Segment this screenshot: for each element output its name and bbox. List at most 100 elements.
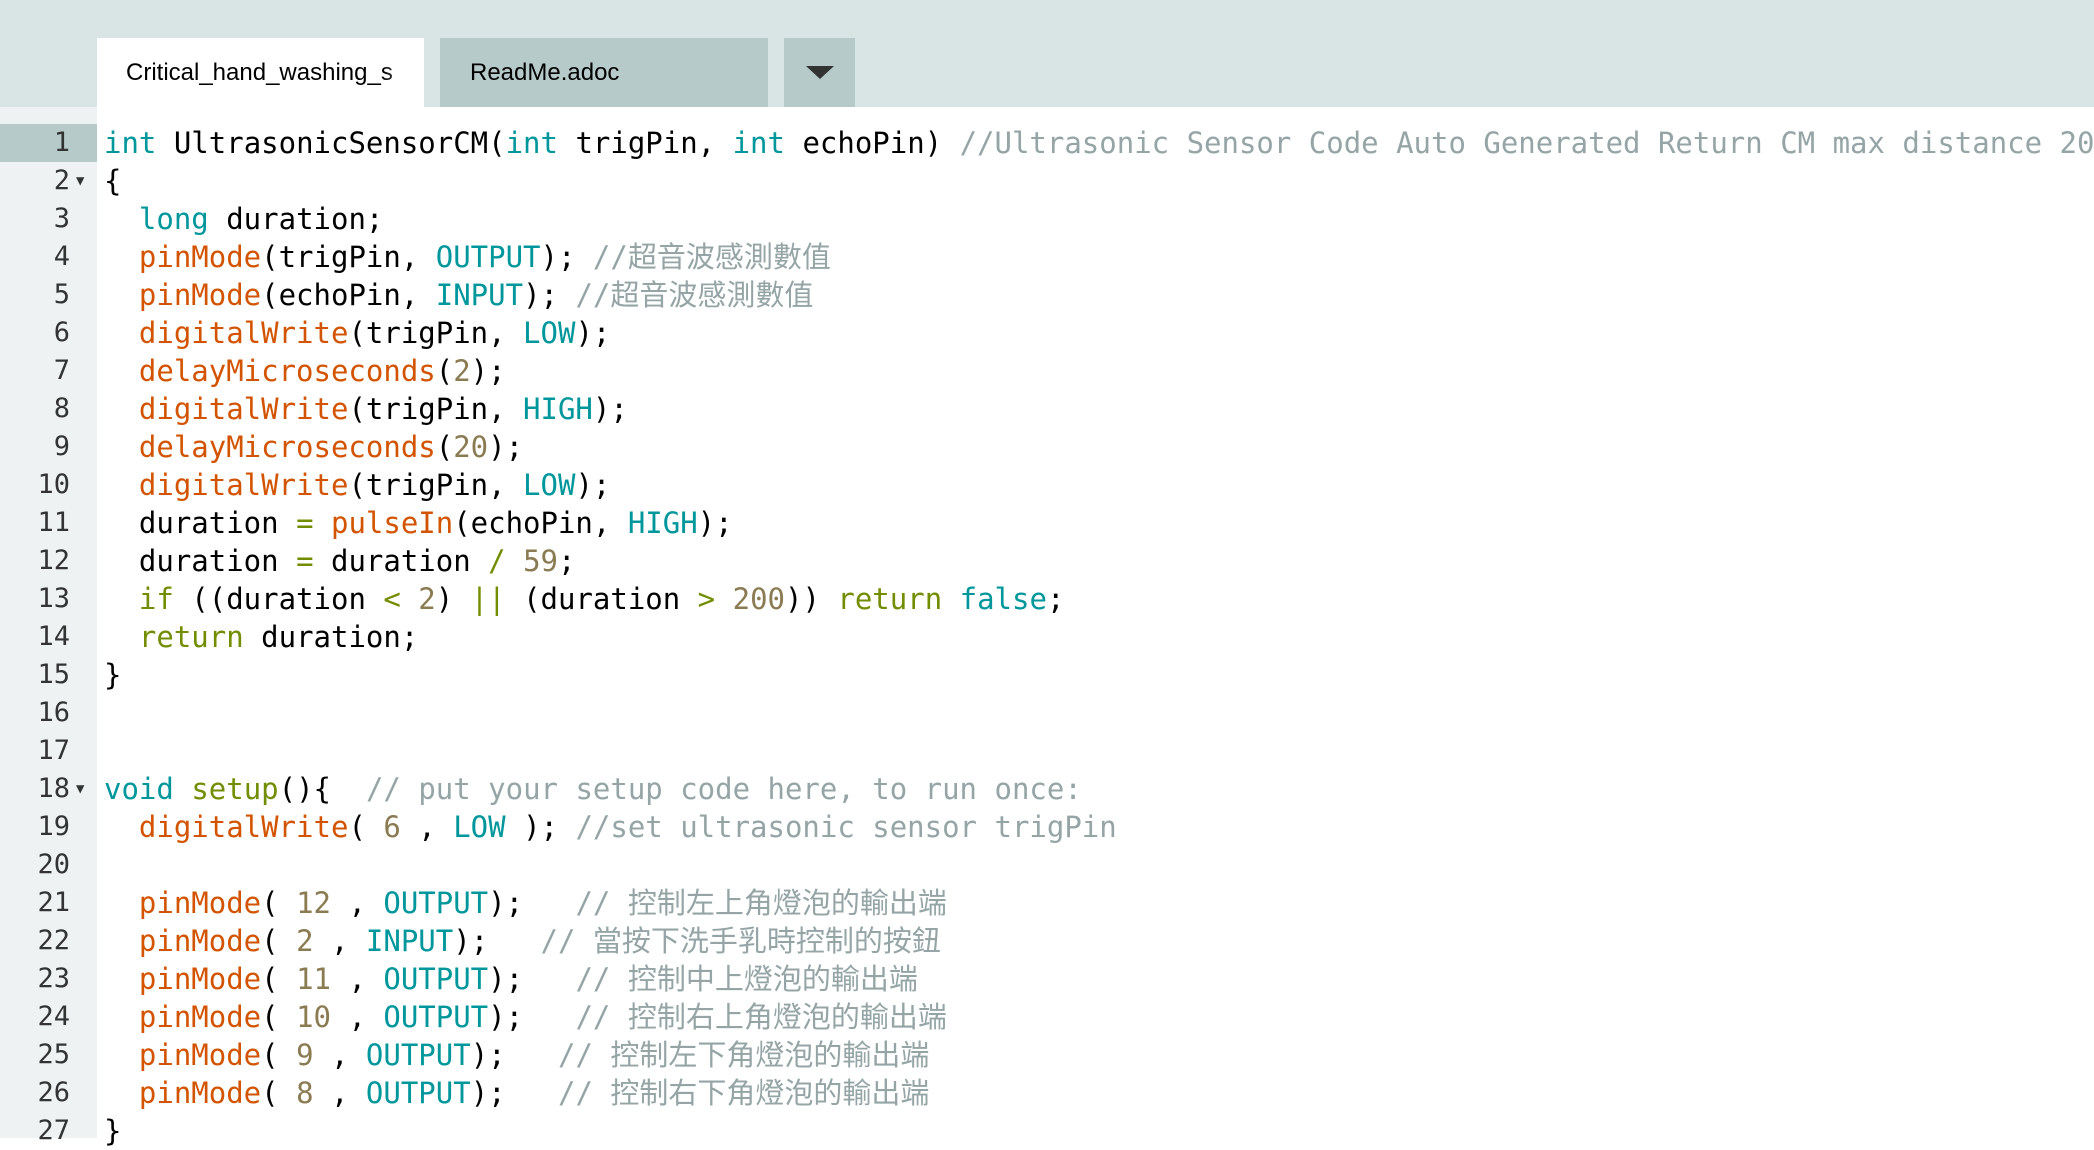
comment-token: // 控制中上燈泡的輸出端 bbox=[575, 962, 918, 996]
code-text: ) bbox=[435, 582, 471, 616]
code-text: (echoPin, bbox=[261, 278, 436, 312]
number-token: 2 bbox=[296, 924, 314, 958]
code-line[interactable]: 22 pinMode( 2 , INPUT); // 當按下洗手乳時控制的按鈕 bbox=[0, 922, 2094, 960]
keyword-token: HIGH bbox=[523, 392, 593, 426]
code-text: ((duration bbox=[173, 582, 384, 616]
line-number: 11 bbox=[37, 507, 70, 538]
line-number-cell: 1 bbox=[0, 124, 97, 162]
code-line[interactable]: 15} bbox=[0, 656, 2094, 694]
code-line[interactable]: 3 long duration; bbox=[0, 200, 2094, 238]
code-text: ); bbox=[575, 316, 611, 350]
comment-token: //Ultrasonic Sensor Code Auto Generated … bbox=[959, 126, 2094, 160]
code-line[interactable]: 6 digitalWrite(trigPin, LOW); bbox=[0, 314, 2094, 352]
code-line[interactable]: 16 bbox=[0, 694, 2094, 732]
code-text: ( bbox=[435, 354, 454, 388]
code-text: } bbox=[104, 658, 122, 692]
keyword-token: long bbox=[138, 202, 209, 236]
line-number: 10 bbox=[37, 469, 70, 500]
code-line[interactable]: 18 ▼ void setup(){ // put your setup code … bbox=[0, 770, 2094, 808]
code-text: ); bbox=[523, 278, 576, 312]
code-text: ); bbox=[470, 1076, 558, 1110]
operator-token: || bbox=[470, 582, 506, 616]
code-text: ( bbox=[261, 962, 297, 996]
line-number-cell: 10 bbox=[0, 466, 97, 504]
line-number-cell: 9 bbox=[0, 428, 97, 466]
code-line[interactable]: 19 digitalWrite( 6 , LOW ); //set ultras… bbox=[0, 808, 2094, 846]
code-text: (echoPin, bbox=[453, 506, 628, 540]
tab-fade bbox=[384, 38, 424, 107]
code-line[interactable]: 5 pinMode(echoPin, INPUT); //超音波感測數值 bbox=[0, 276, 2094, 314]
code-text: (trigPin, bbox=[348, 468, 524, 502]
keyword-token: int bbox=[732, 126, 785, 160]
code-line[interactable]: 12 duration = duration / 59; bbox=[0, 542, 2094, 580]
fold-toggle-icon[interactable]: ▼ bbox=[76, 770, 84, 808]
code-line[interactable]: 10 digitalWrite(trigPin, LOW); bbox=[0, 466, 2094, 504]
line-number: 6 bbox=[53, 317, 70, 348]
code-text: ; bbox=[558, 544, 576, 578]
code-text: ); bbox=[488, 962, 576, 996]
operator-token: return bbox=[138, 620, 244, 654]
line-code: pinMode( 12 , OUTPUT); // 控制左上角燈泡的輸出端 bbox=[104, 884, 947, 922]
code-line[interactable]: 8 digitalWrite(trigPin, HIGH); bbox=[0, 390, 2094, 428]
code-line[interactable]: 11 duration = pulseIn(echoPin, HIGH); bbox=[0, 504, 2094, 542]
line-code: { bbox=[104, 162, 121, 200]
line-number: 18 bbox=[37, 773, 70, 804]
code-line[interactable]: 14 return duration; bbox=[0, 618, 2094, 656]
operator-token: > bbox=[697, 582, 716, 616]
code-line[interactable]: 25 pinMode( 9 , OUTPUT); // 控制左下角燈泡的輸出端 bbox=[0, 1036, 2094, 1074]
code-text: ); bbox=[505, 810, 576, 844]
line-code: duration = duration / 59; bbox=[104, 542, 576, 580]
code-text: ); bbox=[592, 392, 628, 426]
line-number: 14 bbox=[37, 621, 70, 652]
code-line[interactable]: 24 pinMode( 10 , OUTPUT); // 控制右上角燈泡的輸出端 bbox=[0, 998, 2094, 1036]
line-code: } bbox=[104, 1112, 121, 1150]
code-line[interactable]: 21 pinMode( 12 , OUTPUT); // 控制左上角燈泡的輸出端 bbox=[0, 884, 2094, 922]
code-line[interactable]: 13 if ((duration < 2) || (duration > 200… bbox=[0, 580, 2094, 618]
line-number-cell: 18 ▼ bbox=[0, 770, 97, 808]
code-line[interactable]: 1 int UltrasonicSensorCM(int trigPin, int… bbox=[0, 124, 2094, 162]
code-line[interactable]: 7 delayMicroseconds(2); bbox=[0, 352, 2094, 390]
line-number: 25 bbox=[37, 1039, 70, 1070]
code-text: ); bbox=[540, 240, 593, 274]
code-line[interactable]: 20 bbox=[0, 846, 2094, 884]
comment-token: // 當按下洗手乳時控制的按鈕 bbox=[540, 924, 941, 958]
tab-bar: Critical_hand_washing_s ReadMe.adoc bbox=[0, 0, 2094, 107]
code-line[interactable]: 2 ▼{ bbox=[0, 162, 2094, 200]
keyword-token: LOW bbox=[453, 810, 506, 844]
line-code: void setup(){ // put your setup code her… bbox=[104, 770, 1082, 808]
keyword-token: HIGH bbox=[627, 506, 698, 540]
tab-menu-button[interactable] bbox=[784, 38, 855, 107]
line-number-cell: 20 bbox=[0, 846, 97, 884]
function-token: pinMode bbox=[138, 1038, 262, 1072]
line-number-cell: 21 bbox=[0, 884, 97, 922]
keyword-token: false bbox=[959, 582, 1047, 616]
tab-critical-hand-washing[interactable]: Critical_hand_washing_s bbox=[97, 38, 424, 107]
code-text: ); bbox=[488, 430, 524, 464]
code-line[interactable]: 23 pinMode( 11 , OUTPUT); // 控制中上燈泡的輸出端 bbox=[0, 960, 2094, 998]
code-line[interactable]: 17 bbox=[0, 732, 2094, 770]
number-token: 6 bbox=[383, 810, 401, 844]
code-line[interactable]: 27} bbox=[0, 1112, 2094, 1150]
code-line[interactable]: 9 delayMicroseconds(20); bbox=[0, 428, 2094, 466]
code-text: ( bbox=[348, 810, 384, 844]
line-code: pinMode( 11 , OUTPUT); // 控制中上燈泡的輸出端 bbox=[104, 960, 918, 998]
code-line[interactable]: 26 pinMode( 8 , OUTPUT); // 控制右下角燈泡的輸出端 bbox=[0, 1074, 2094, 1112]
fold-toggle-icon[interactable]: ▼ bbox=[76, 162, 84, 200]
code-text: )) bbox=[785, 582, 838, 616]
operator-token: = bbox=[296, 544, 314, 578]
code-editor[interactable]: 1 int UltrasonicSensorCM(int trigPin, int… bbox=[0, 124, 2094, 1150]
code-line[interactable]: 4 pinMode(trigPin, OUTPUT); //超音波感測數值 bbox=[0, 238, 2094, 276]
tab-readme[interactable]: ReadMe.adoc bbox=[440, 38, 768, 107]
line-code: digitalWrite(trigPin, HIGH); bbox=[104, 390, 628, 428]
